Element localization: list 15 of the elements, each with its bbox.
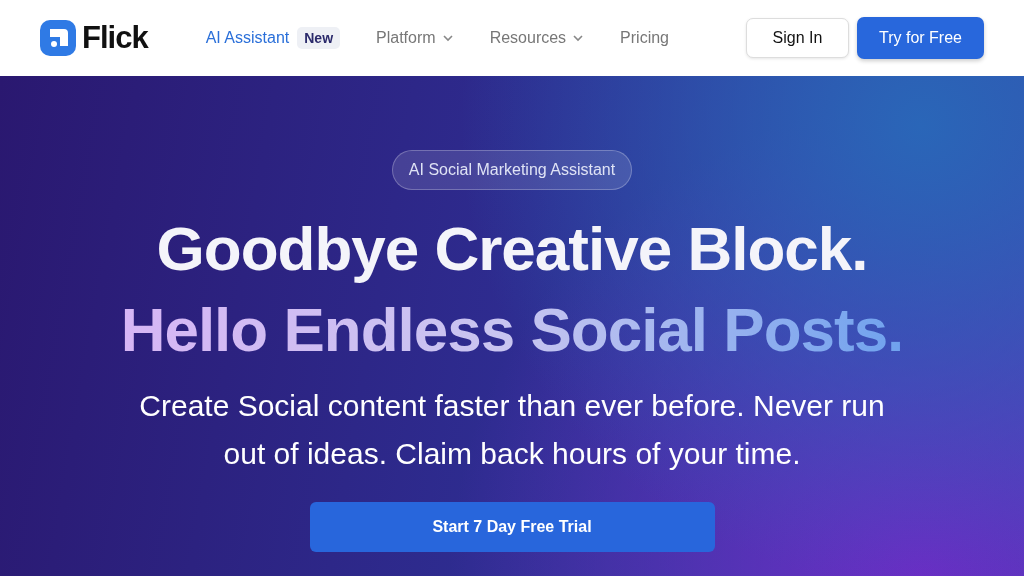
headline: Goodbye Creative Block. — [155, 213, 869, 285]
sign-in-button[interactable]: Sign In — [746, 18, 849, 58]
logo-text: Flick — [82, 20, 148, 56]
tag-pill: AI Social Marketing Assistant — [391, 150, 633, 190]
try-for-free-button[interactable]: Try for Free — [857, 17, 984, 59]
nav-link[interactable]: AI Assistant New — [205, 27, 341, 49]
start-trial-button[interactable]: Start 7 Day Free Trial — [309, 502, 715, 552]
subtitle: Create Social content faster than ever before. Never run out of ideas. Claim back hours of your time. — [138, 388, 886, 472]
new-badge: New — [297, 27, 341, 49]
nav-link[interactable]: Resources — [489, 29, 585, 47]
logo-icon — [40, 20, 76, 56]
nav-link[interactable]: Pricing — [620, 29, 669, 47]
chevron-down-icon — [441, 34, 454, 42]
chevron-down-icon — [572, 34, 585, 42]
nav-link[interactable]: Platform — [376, 29, 454, 47]
